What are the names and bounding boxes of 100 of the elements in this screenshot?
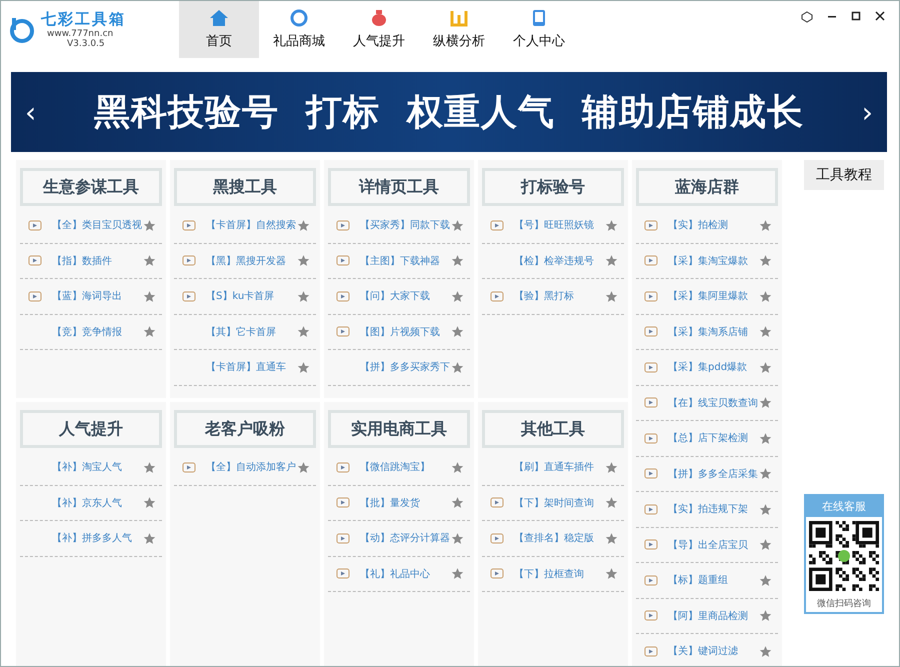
tool-link[interactable]: 【买家秀】同款下载: [358, 218, 451, 232]
star-icon[interactable]: [297, 254, 310, 268]
star-icon[interactable]: [759, 467, 772, 480]
star-icon[interactable]: [605, 496, 618, 510]
tool-link[interactable]: 【拼】多多全店采集: [666, 466, 759, 481]
star-icon[interactable]: [451, 496, 464, 510]
tool-link[interactable]: 【卡首屏】直通车: [204, 360, 297, 374]
star-icon[interactable]: [451, 460, 464, 474]
star-icon[interactable]: [451, 254, 464, 268]
star-icon[interactable]: [451, 532, 464, 545]
tool-link[interactable]: 【查排名】稳定版: [512, 531, 605, 546]
tool-link[interactable]: 【其】它卡首屏: [204, 324, 297, 339]
star-icon[interactable]: [451, 218, 464, 232]
star-icon[interactable]: [451, 290, 464, 303]
tool-link[interactable]: 【下】拉框查询: [512, 566, 605, 581]
tool-link[interactable]: 【批】量发货: [358, 496, 451, 510]
video-icon: [28, 255, 42, 266]
tool-link[interactable]: 【礼】礼品中心: [358, 566, 451, 581]
nav-tab[interactable]: 人气提升: [339, 1, 419, 58]
tool-link[interactable]: 【采】集pdd爆款: [666, 360, 759, 374]
nav-tab[interactable]: 首页: [179, 1, 259, 58]
tool-link[interactable]: 【导】出全店宝贝: [666, 538, 759, 552]
tool-link[interactable]: 【关】键词过滤: [666, 644, 759, 658]
star-icon[interactable]: [759, 609, 772, 622]
tool-link[interactable]: 【竞】竞争情报: [50, 324, 143, 339]
app-name: 七彩工具箱: [41, 10, 126, 29]
tool-link[interactable]: 【总】店下架检测: [666, 431, 759, 446]
tool-link[interactable]: 【问】大家下载: [358, 289, 451, 304]
tool-link[interactable]: 【全】类目宝贝透视: [50, 218, 143, 232]
nav-tab[interactable]: 纵横分析: [419, 1, 499, 58]
star-icon[interactable]: [297, 360, 310, 374]
close-icon[interactable]: [875, 11, 885, 21]
star-icon[interactable]: [605, 254, 618, 268]
star-icon[interactable]: [759, 290, 772, 303]
star-icon[interactable]: [759, 325, 772, 338]
tool-link[interactable]: 【S】ku卡首屏: [204, 289, 297, 304]
tool-link[interactable]: 【主图】下载神器: [358, 254, 451, 268]
tool-link[interactable]: 【采】集淘宝爆款: [666, 254, 759, 268]
tool-link[interactable]: 【全】自动添加客户: [204, 460, 297, 474]
tool-link[interactable]: 【补】拼多多人气: [50, 531, 143, 546]
star-icon[interactable]: [143, 325, 156, 338]
star-icon[interactable]: [759, 574, 772, 587]
tool-link[interactable]: 【卡首屏】自然搜索: [204, 218, 297, 232]
maximize-icon[interactable]: [851, 11, 861, 21]
tool-link[interactable]: 【在】线宝贝数查询: [666, 396, 759, 410]
tool-link[interactable]: 【黑】黑搜开发器: [204, 254, 297, 268]
star-icon[interactable]: [605, 532, 618, 545]
tool-link[interactable]: 【实】拍检测: [666, 218, 759, 232]
tool-link[interactable]: 【微信跳淘宝】: [358, 460, 451, 474]
star-icon[interactable]: [143, 532, 156, 545]
star-icon[interactable]: [143, 496, 156, 510]
tool-link[interactable]: 【采】集阿里爆款: [666, 289, 759, 304]
nav-tab[interactable]: 个人中心: [499, 1, 579, 58]
star-icon[interactable]: [759, 538, 772, 552]
star-icon[interactable]: [759, 644, 772, 658]
star-icon[interactable]: [759, 360, 772, 374]
star-icon[interactable]: [451, 567, 464, 580]
tool-link[interactable]: 【动】态评分计算器: [358, 531, 451, 546]
tool-link[interactable]: 【号】旺旺照妖镜: [512, 218, 605, 232]
tool-link[interactable]: 【下】架时间查询: [512, 496, 605, 510]
video-icon: [182, 220, 196, 231]
tool-link[interactable]: 【图】片视频下载: [358, 324, 451, 339]
tool-link[interactable]: 【检】检举违规号: [512, 254, 605, 268]
star-icon[interactable]: [605, 290, 618, 303]
star-icon[interactable]: [143, 254, 156, 268]
group-title: 实用电商工具: [328, 410, 470, 448]
star-icon[interactable]: [297, 460, 310, 474]
star-icon[interactable]: [605, 460, 618, 474]
tool-link[interactable]: 【标】题重组: [666, 573, 759, 588]
video-icon: [28, 290, 42, 302]
star-icon[interactable]: [759, 396, 772, 410]
star-icon[interactable]: [759, 502, 772, 516]
star-icon[interactable]: [605, 218, 618, 232]
tool-link[interactable]: 【阿】里商品检测: [666, 608, 759, 623]
star-icon[interactable]: [451, 325, 464, 338]
star-icon[interactable]: [451, 360, 464, 374]
tool-link[interactable]: 【验】黑打标: [512, 289, 605, 304]
tool-link[interactable]: 【蓝】海词导出: [50, 289, 143, 304]
nav-tab[interactable]: 礼品商城: [259, 1, 339, 58]
star-icon[interactable]: [297, 218, 310, 232]
next-arrow[interactable]: ›: [862, 96, 873, 128]
star-icon[interactable]: [605, 567, 618, 580]
tool-link[interactable]: 【补】淘宝人气: [50, 460, 143, 474]
tool-link[interactable]: 【拼】多多买家秀下: [358, 360, 451, 374]
prev-arrow[interactable]: ‹: [25, 96, 36, 128]
tutorial-button[interactable]: 工具教程: [804, 160, 884, 190]
tool-link[interactable]: 【补】京东人气: [50, 496, 143, 510]
tool-link[interactable]: 【采】集淘系店铺: [666, 324, 759, 339]
star-icon[interactable]: [759, 432, 772, 445]
star-icon[interactable]: [759, 218, 772, 232]
tool-link[interactable]: 【指】数插件: [50, 254, 143, 268]
star-icon[interactable]: [143, 218, 156, 232]
star-icon[interactable]: [143, 290, 156, 303]
video-icon: [644, 468, 658, 480]
star-icon[interactable]: [759, 254, 772, 268]
star-icon[interactable]: [297, 290, 310, 303]
star-icon[interactable]: [297, 325, 310, 338]
tool-link[interactable]: 【刷】直通车插件: [512, 460, 605, 474]
tool-link[interactable]: 【实】拍违规下架: [666, 502, 759, 516]
star-icon[interactable]: [143, 460, 156, 474]
